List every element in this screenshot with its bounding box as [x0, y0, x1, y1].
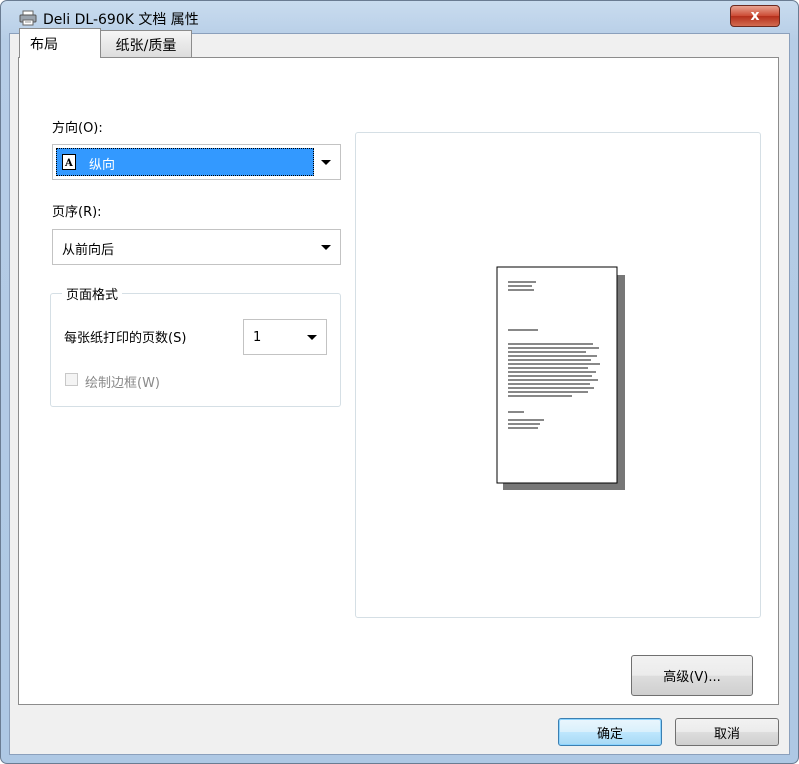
page-order-label: 页序(R): [52, 205, 102, 220]
pages-per-sheet-select[interactable]: 1 [243, 319, 327, 355]
cancel-button[interactable]: 取消 [675, 718, 779, 746]
cancel-button-label: 取消 [713, 726, 740, 742]
pages-per-sheet-value: 1 [253, 330, 262, 345]
tab-paper-quality[interactable]: 纸张/质量 [100, 30, 192, 58]
tab-label: 纸张/质量 [115, 37, 177, 54]
page-order-value: 从前向后 [62, 243, 115, 258]
advanced-button[interactable]: 高级(V)... [631, 655, 753, 696]
pages-per-sheet-label: 每张纸打印的页数(S) [64, 331, 187, 346]
ok-button-label: 确定 [596, 726, 623, 742]
chevron-down-icon [321, 160, 331, 165]
page-format-title: 页面格式 [62, 284, 123, 303]
chevron-down-icon [307, 335, 317, 340]
svg-text:A: A [64, 158, 73, 169]
orientation-value: 纵向 [89, 158, 116, 173]
tab-layout[interactable]: 布局 [19, 28, 101, 58]
close-button[interactable]: x [730, 5, 780, 27]
title-bar[interactable]: Deli DL-690K 文档 属性 x [1, 1, 798, 33]
tab-label: 布局 [30, 36, 58, 53]
advanced-button-label: 高级(V)... [663, 670, 721, 685]
layout-preview-pane [355, 132, 761, 618]
orientation-label: 方向(O): [52, 121, 103, 136]
orientation-select[interactable]: A 纵向 [52, 144, 341, 180]
chevron-down-icon [321, 245, 331, 250]
printer-icon [19, 10, 37, 26]
window-title: Deli DL-690K 文档 属性 [43, 12, 199, 28]
ok-button[interactable]: 确定 [558, 718, 662, 746]
page-order-select[interactable]: 从前向后 [52, 229, 341, 265]
close-icon: x [750, 8, 760, 24]
portrait-page-icon: A [62, 154, 76, 170]
page-preview-image [496, 266, 625, 490]
draw-borders-checkbox[interactable] [65, 373, 78, 386]
draw-borders-label: 绘制边框(W) [85, 376, 160, 391]
